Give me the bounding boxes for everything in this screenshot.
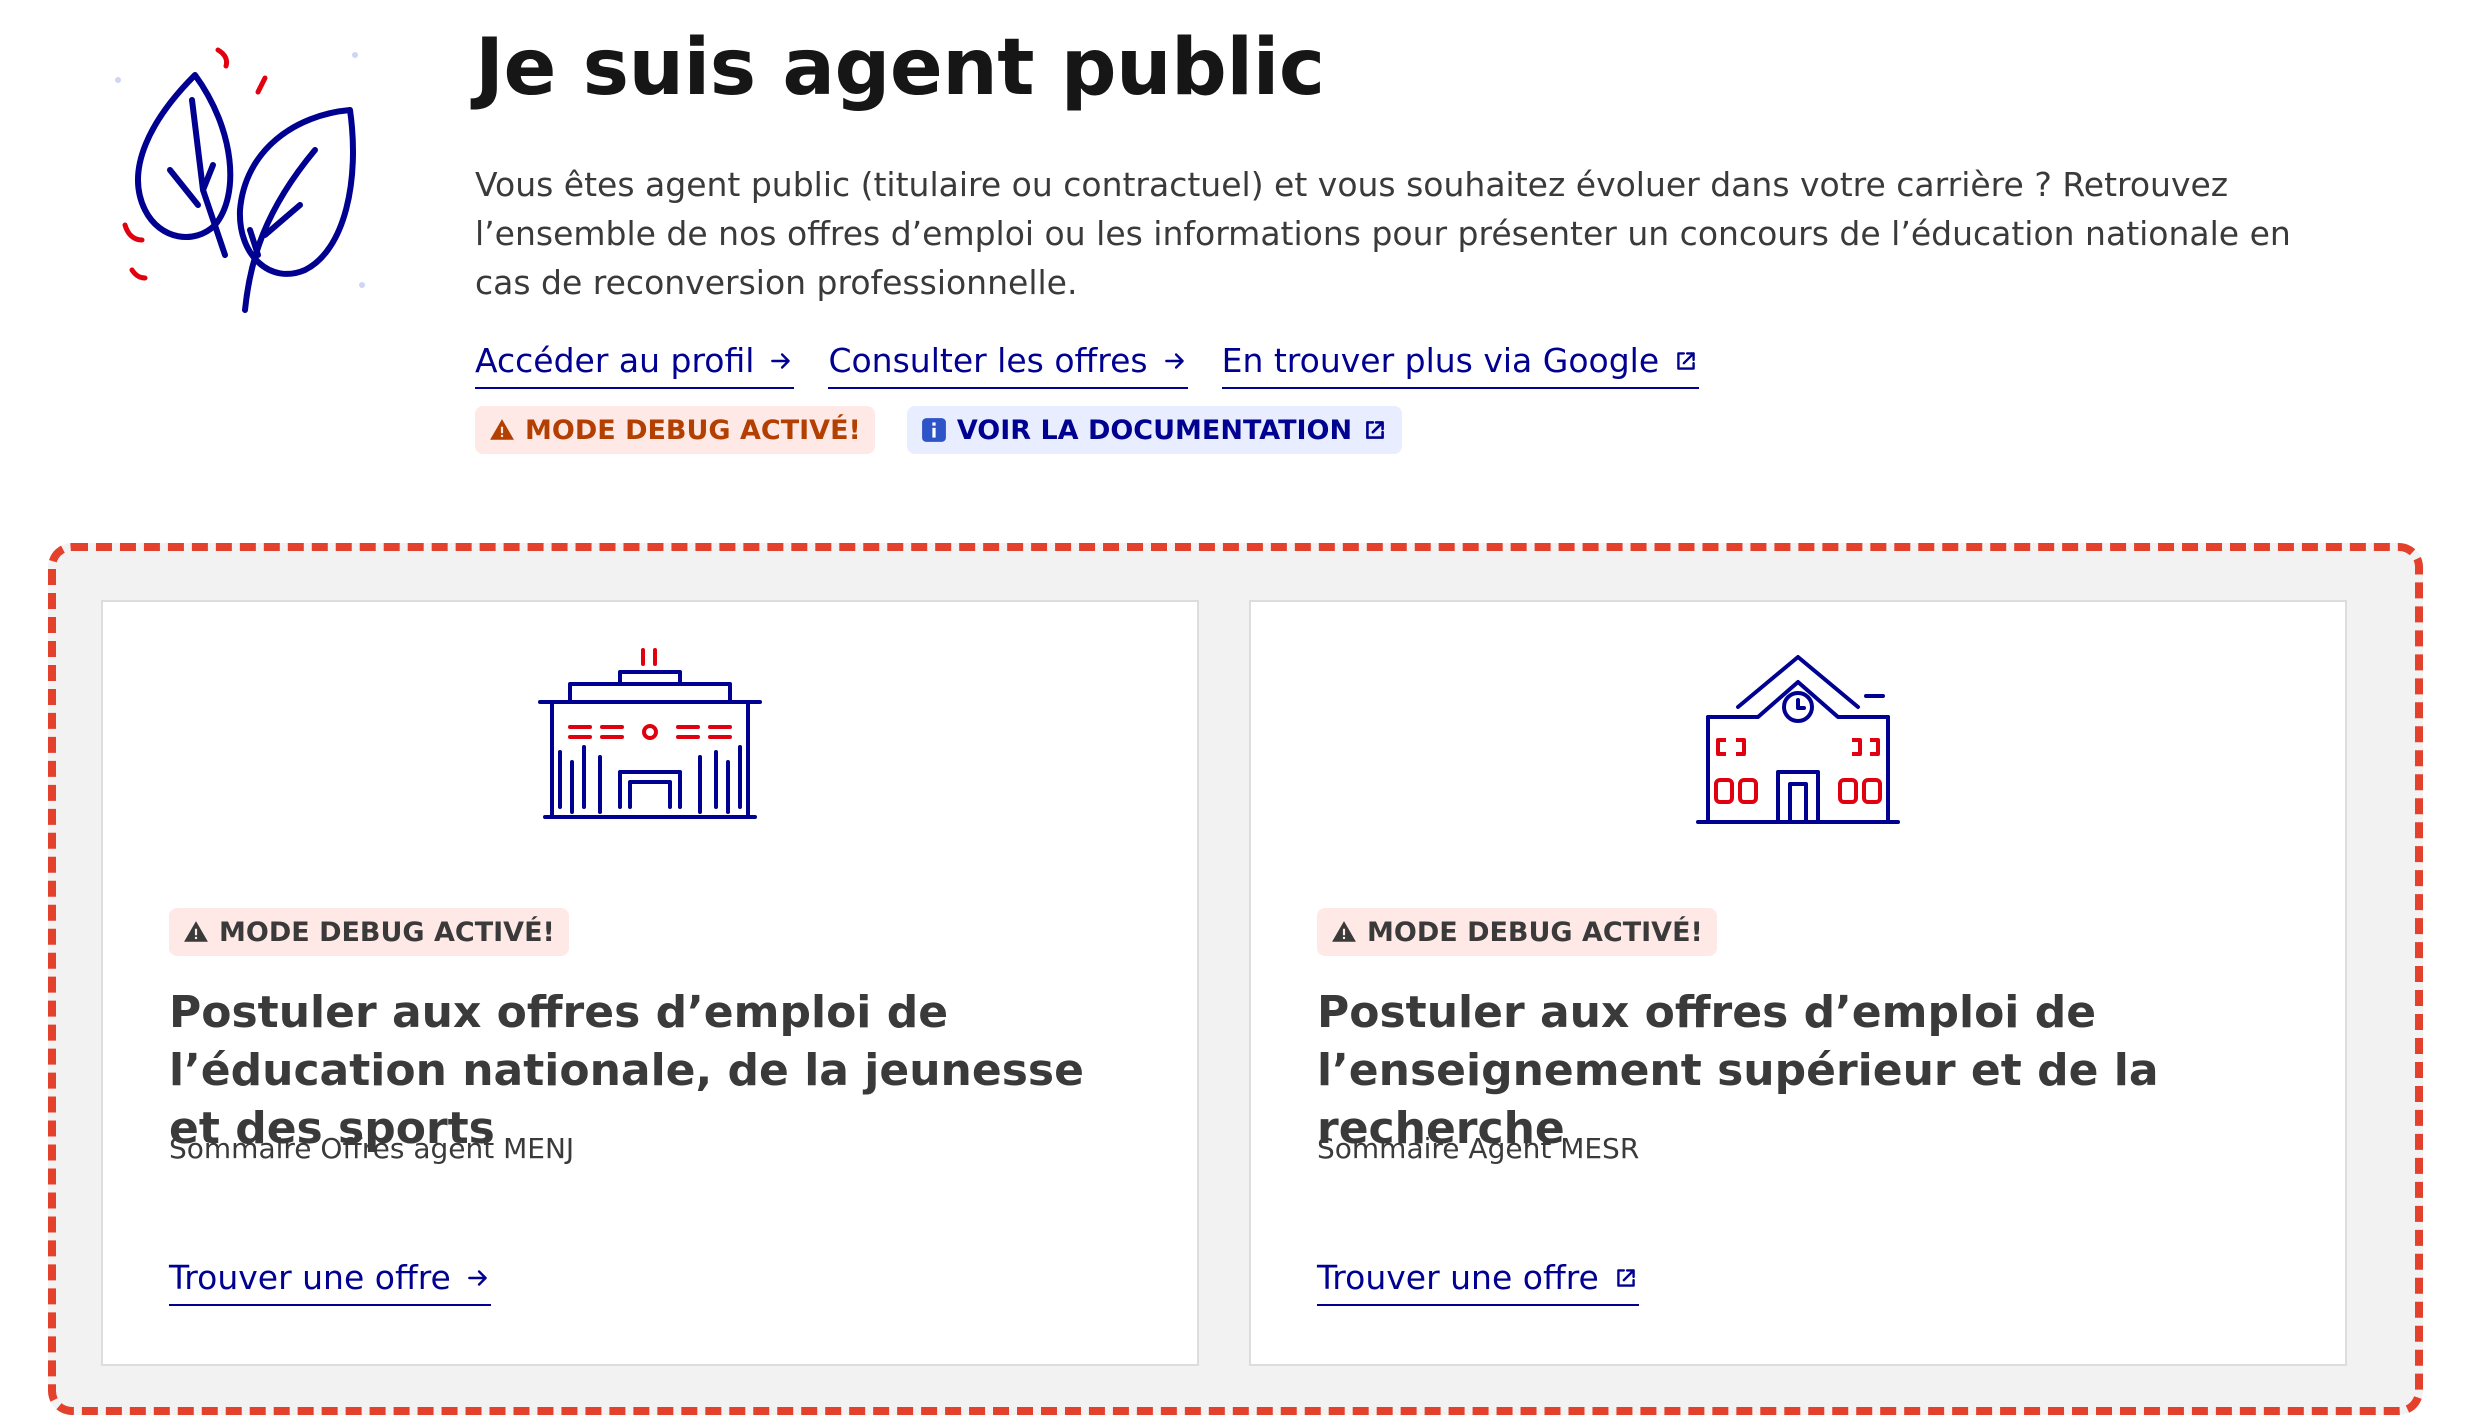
offers-link-label: Consulter les offres (828, 341, 1148, 380)
arrow-right-icon (771, 353, 791, 369)
find-offer-link-label: Trouver une offre (169, 1258, 451, 1297)
hero-links: Accéder au profil Consulter les offres E… (475, 340, 1700, 389)
documentation-badge-label: Voir la documentation (956, 414, 1353, 446)
debug-badge: Mode debug activé! (1317, 908, 1717, 956)
arrow-right-icon (467, 1270, 487, 1286)
debug-badge-label: Mode debug activé! (525, 414, 861, 446)
warning-icon (1332, 921, 1356, 942)
hero-lead: Vous êtes agent public (titulaire ou con… (475, 165, 2291, 302)
google-link-label: En trouver plus via Google (1221, 341, 1660, 380)
card-description: Sommaire Agent MESR (1317, 1132, 1640, 1165)
card-description: Sommaire Offres agent MENJ (169, 1132, 575, 1165)
external-link-icon (1677, 352, 1695, 370)
warning-icon (184, 921, 208, 942)
hero-badges: Mode debug activé! Voir la documentation (475, 406, 1403, 454)
google-link[interactable]: En trouver plus via Google (1221, 340, 1700, 389)
leaves-illustration-icon (115, 47, 365, 313)
card-mesr[interactable]: Mode debug activé! Postuler aux offres d… (1249, 600, 2347, 1366)
info-icon (921, 418, 946, 442)
page-title: Je suis agent public (475, 23, 1325, 113)
external-link-icon (1366, 421, 1384, 439)
debug-badge-label: Mode debug activé! (219, 916, 555, 948)
debug-badge: Mode debug activé! (475, 406, 875, 454)
school-building-icon (1696, 655, 1900, 824)
government-building-icon (538, 648, 762, 819)
debug-badge-label: Mode debug activé! (1367, 916, 1703, 948)
profile-link-label: Accéder au profil (475, 341, 755, 380)
profile-link[interactable]: Accéder au profil (475, 340, 795, 389)
documentation-badge[interactable]: Voir la documentation (906, 406, 1403, 454)
offers-link[interactable]: Consulter les offres (828, 340, 1188, 389)
find-offer-link-label: Trouver une offre (1317, 1258, 1599, 1297)
card-menj[interactable]: Mode debug activé! Postuler aux offres d… (101, 600, 1199, 1366)
external-link-icon (1617, 1269, 1635, 1287)
arrow-right-icon (1164, 353, 1184, 369)
debug-badge: Mode debug activé! (169, 908, 569, 956)
warning-icon (490, 419, 514, 440)
find-offer-link[interactable]: Trouver une offre (169, 1257, 491, 1306)
find-offer-link[interactable]: Trouver une offre (1317, 1257, 1639, 1306)
